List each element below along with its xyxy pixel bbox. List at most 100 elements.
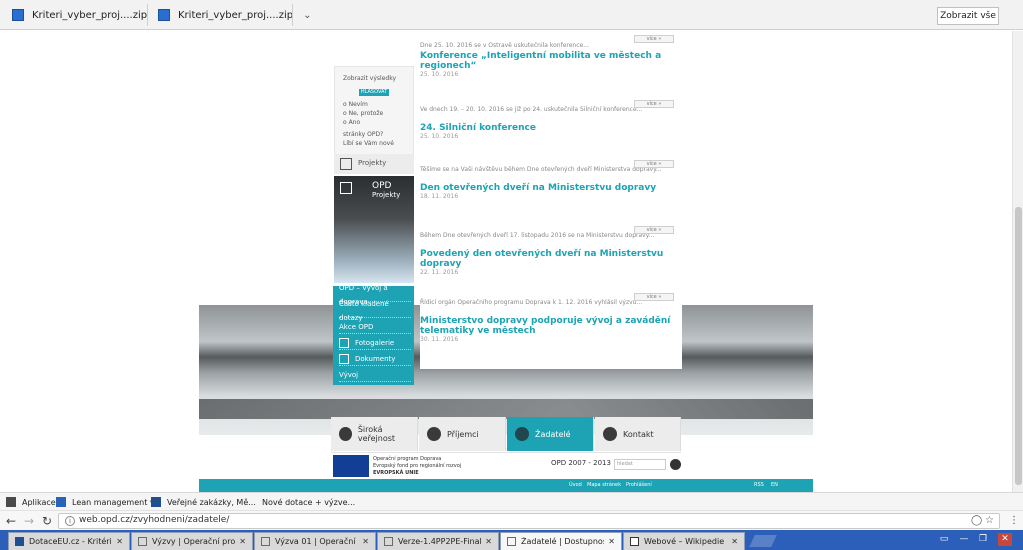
close-icon[interactable]: ✕ [239, 537, 246, 546]
close-icon[interactable]: ✕ [608, 537, 615, 546]
close-window-icon[interactable]: ✕ [998, 533, 1012, 546]
footer-link[interactable]: Úvod [569, 482, 582, 488]
tile-label: Široká veřejnost [357, 425, 396, 443]
apps-grid-icon [6, 497, 16, 507]
tab-title: Webové – Wikipedie [644, 537, 725, 546]
browser-menu-icon[interactable]: ⋮ [1009, 513, 1019, 529]
news-title-link[interactable]: 24. Silniční konference [420, 123, 682, 133]
photo-icon [339, 337, 349, 348]
footer-link[interactable]: RSS [754, 482, 764, 488]
menu-item-vyvoj[interactable]: Vývoj [339, 368, 411, 382]
close-icon[interactable]: ✕ [362, 537, 369, 546]
news-title-link[interactable]: Den otevřených dveří na Ministerstvu dop… [420, 183, 682, 193]
minimize-icon[interactable]: — [957, 533, 971, 546]
news-date: 18. 11. 2016 [420, 193, 459, 200]
close-icon[interactable]: ✕ [485, 537, 492, 546]
news-title-link[interactable]: Povedený den otevřených dveří na Ministe… [420, 249, 682, 269]
news-date: 30. 11. 2016 [420, 336, 459, 343]
bookmark-label: Aplikace [22, 497, 56, 507]
news-title-link[interactable]: Ministerstvo dopravy podporuje vývoj a z… [420, 316, 682, 336]
projects-icon [340, 158, 352, 170]
download-item-1[interactable]: Kriteri_vyber_proj....zip ⌄ [12, 5, 165, 25]
projects-tile-label: Projekty [372, 191, 401, 199]
bookmarks-bar: Aplikace Lean management v... Veřejné za… [0, 492, 1023, 510]
translate-icon[interactable]: ◯ [971, 515, 982, 526]
bookmark-item[interactable]: Nové dotace + výzve... [246, 495, 355, 509]
back-arrow-icon[interactable]: ← [3, 513, 19, 529]
read-more-button[interactable]: více » [634, 226, 674, 234]
hero-road-stripe [199, 399, 813, 419]
tab-title: Výzva 01 | Operační pro [275, 537, 358, 546]
page-icon [384, 537, 393, 546]
tab-dotaceeu[interactable]: DotaceEU.cz - Kritéria ✕ [8, 532, 130, 550]
bookmark-apps[interactable]: Aplikace [6, 495, 56, 509]
read-more-button[interactable]: více » [634, 160, 674, 168]
read-more-button[interactable]: více » [634, 35, 674, 43]
eu-line-3: Operační program Doprava [373, 456, 442, 462]
poll-option-ne[interactable]: o Ne, protože [343, 110, 383, 117]
url-input[interactable]: i web.opd.cz/zvyhodneni/zadatele/ ◯ ☆ [58, 513, 1000, 529]
tile-prijemci[interactable]: Příjemci [419, 417, 506, 451]
close-icon[interactable]: ✕ [731, 537, 738, 546]
info-icon[interactable]: i [65, 516, 75, 526]
projects-opd-tile[interactable]: OPD Projekty [334, 176, 414, 283]
menu-item-fotogalerie[interactable]: Fotogalerie [339, 336, 411, 350]
forward-arrow-icon[interactable]: → [21, 513, 37, 529]
show-all-downloads-button[interactable]: Zobrazit vše [937, 7, 999, 25]
news-item: více » Dne 25. 10. 2016 se v Ostravě usk… [420, 35, 682, 78]
tile-kontakt[interactable]: Kontakt [595, 417, 681, 451]
read-more-button[interactable]: více » [634, 100, 674, 108]
tab-wikipedie[interactable]: Webové – Wikipedie ✕ [623, 532, 745, 550]
new-tab-button[interactable] [749, 535, 777, 547]
url-text[interactable]: web.opd.cz/zvyhodneni/zadatele/ [79, 515, 229, 525]
footer-link[interactable]: Mapa stránek [587, 482, 621, 488]
recipient-icon [427, 427, 441, 441]
bookmark-item[interactable]: Veřejné zakázky, Mě... [151, 495, 256, 509]
projects-tile-label: Projekty [358, 159, 387, 167]
footer-link[interactable]: EN [771, 482, 778, 488]
tab-verze[interactable]: Verze-1.4PP2PE-Final ✕ [377, 532, 499, 550]
tile-label: Žadatelé [535, 429, 571, 439]
tab-title: Verze-1.4PP2PE-Final [398, 537, 482, 546]
bookmark-label: Nové dotace + výzve... [262, 497, 356, 507]
menu-item-dokumenty[interactable]: Dokumenty [339, 352, 411, 366]
tile-label: Kontakt [623, 429, 654, 439]
archive-file-icon [12, 9, 24, 21]
tab-strip: DotaceEU.cz - Kritéria ✕ Výzvy | Operační… [0, 530, 1023, 550]
bookmark-item[interactable]: Lean management v... [56, 495, 162, 509]
download-filename: Kriteri_vyber_proj....zip [32, 9, 148, 21]
news-title-link[interactable]: Konference „Inteligentní mobilita ve měs… [420, 51, 682, 71]
tab-vyzva-01[interactable]: Výzva 01 | Operační pro ✕ [254, 532, 376, 550]
bookmark-star-icon[interactable]: ☆ [985, 515, 994, 526]
user-icon[interactable]: ▭ [937, 533, 951, 546]
poll-option-ano[interactable]: o Ano [343, 119, 360, 126]
menu-item-opd-vyvoj[interactable]: OPD – Vývoj a doprava [339, 284, 411, 306]
audience-tiles: Široká veřejnost Příjemci Žadatelé Konta… [331, 417, 681, 451]
tile-siroka-verejnost[interactable]: Široká veřejnost [331, 417, 418, 451]
applicant-icon [515, 427, 529, 441]
menu-item-label: Vývoj [339, 370, 359, 379]
vote-button[interactable]: HLASOVAT [359, 89, 389, 96]
site-favicon-icon [151, 497, 161, 507]
poll-option-nevim[interactable]: o Nevím [343, 101, 368, 108]
tab-zadatele[interactable]: Žadatelé | Dostupnost | ✕ [500, 532, 622, 550]
close-icon[interactable]: ✕ [116, 537, 123, 546]
download-item-2[interactable]: Kriteri_vyber_proj....zip ⌄ [158, 5, 311, 25]
restore-icon[interactable]: ❐ [976, 533, 990, 546]
tab-vyzvy[interactable]: Výzvy | Operační progra✕ [131, 532, 253, 550]
opd-tile-label: OPD [372, 181, 392, 191]
chevron-down-icon[interactable]: ⌄ [303, 10, 311, 21]
poll-results-link[interactable]: Zobrazit výsledky [343, 75, 396, 82]
footer-link[interactable]: Prohlášení [626, 482, 652, 488]
reload-icon[interactable]: ↻ [39, 513, 55, 529]
site-search-input[interactable]: hledat [614, 459, 666, 470]
read-more-button[interactable]: více » [634, 293, 674, 301]
page-scrollbar[interactable] [1012, 31, 1023, 492]
tile-zadatele[interactable]: Žadatelé [507, 417, 594, 451]
bookmark-label: Veřejné zakázky, Mě... [167, 497, 256, 507]
search-button[interactable] [670, 459, 681, 470]
projects-tile-small[interactable]: Projekty [334, 154, 414, 174]
scrollbar-thumb[interactable] [1015, 207, 1022, 485]
news-item: více » Během Dne otevřených dveří 17. li… [420, 226, 682, 276]
people-icon [339, 427, 352, 441]
